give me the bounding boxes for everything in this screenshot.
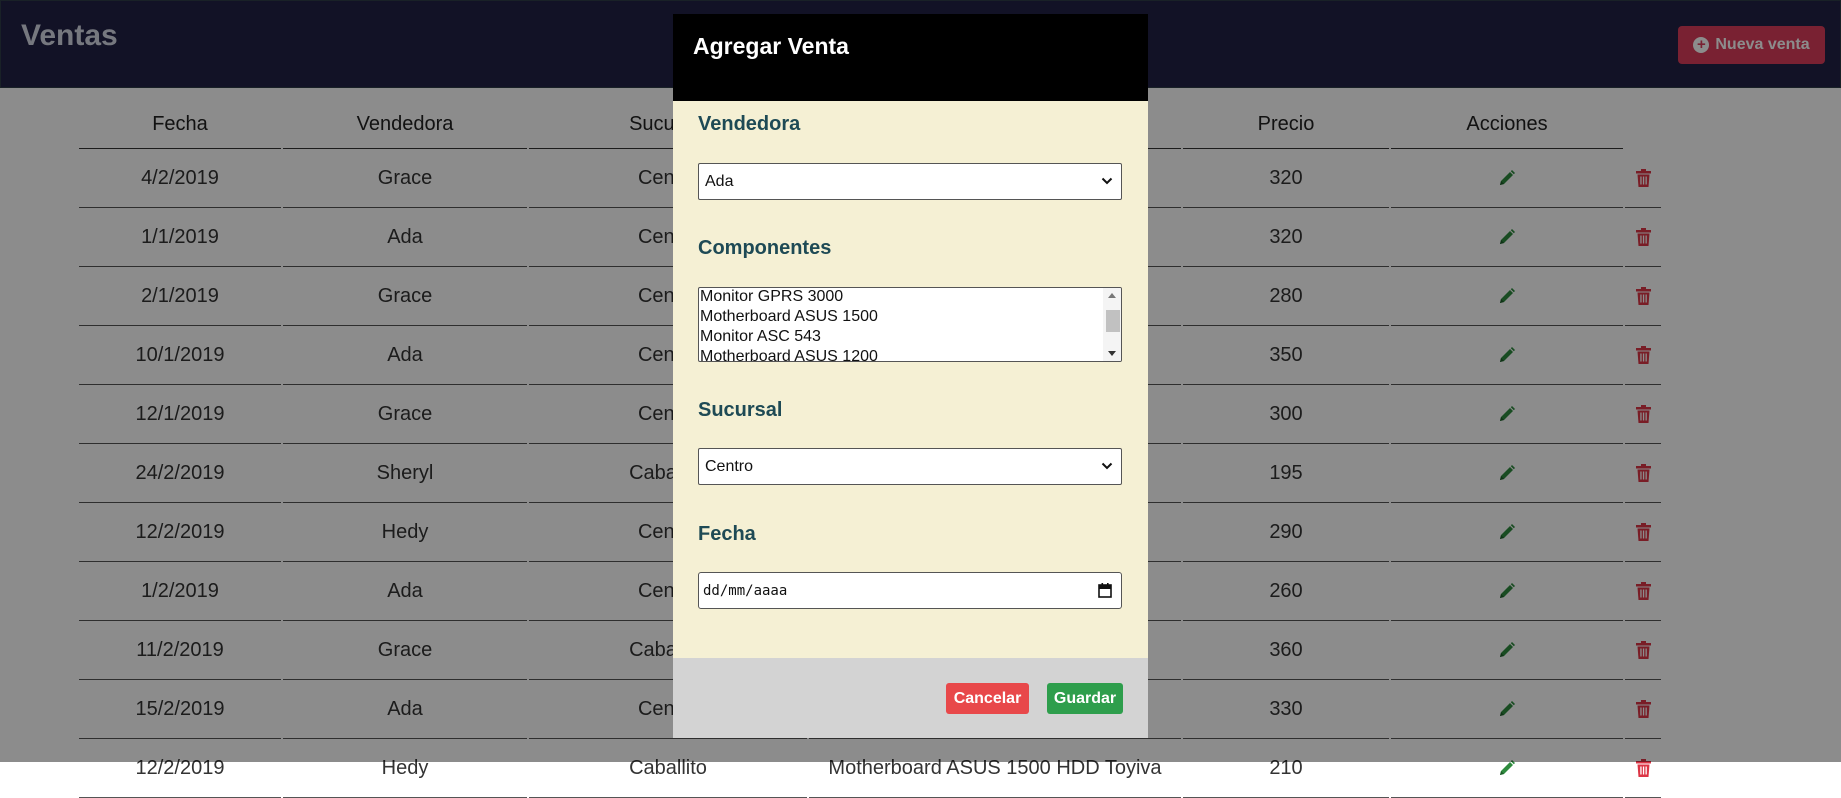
chevron-down-icon: [1101, 177, 1113, 185]
fecha-label: Fecha: [698, 523, 756, 545]
cancel-button[interactable]: Cancelar: [946, 683, 1029, 714]
scrollbar-thumb[interactable]: [1106, 310, 1120, 332]
listbox-option[interactable]: Monitor GPRS 3000: [699, 288, 1104, 307]
listbox-option[interactable]: Monitor ASC 543: [699, 327, 1104, 347]
sucursal-select[interactable]: Centro: [698, 448, 1122, 485]
componentes-label: Componentes: [698, 237, 832, 259]
listbox-option[interactable]: Motherboard ASUS 1200: [699, 347, 1104, 361]
add-sale-modal: Agregar Venta Vendedora Ada Componentes …: [673, 14, 1148, 738]
vendedora-select[interactable]: Ada: [698, 163, 1122, 200]
listbox-scrollbar[interactable]: [1103, 288, 1121, 361]
chevron-down-icon: [1101, 462, 1113, 470]
page: Ventas + Nueva venta Fecha Vendedora Suc…: [0, 0, 1841, 798]
fecha-date-input[interactable]: dd/mm/aaaa: [698, 572, 1122, 609]
vendedora-label: Vendedora: [698, 113, 801, 135]
componentes-listbox[interactable]: Monitor GPRS 3000 Motherboard ASUS 1500 …: [698, 287, 1122, 362]
componentes-options: Monitor GPRS 3000 Motherboard ASUS 1500 …: [699, 288, 1104, 361]
modal-title: Agregar Venta: [693, 33, 849, 59]
vendedora-selected-value: Ada: [705, 172, 734, 190]
modal-footer: Cancelar Guardar: [673, 658, 1148, 738]
sucursal-label: Sucursal: [698, 399, 783, 421]
sucursal-selected-value: Centro: [705, 457, 754, 475]
listbox-option[interactable]: Motherboard ASUS 1500: [699, 307, 1104, 327]
modal-header: Agregar Venta: [673, 14, 1148, 101]
calendar-icon[interactable]: [1098, 583, 1112, 598]
scroll-up-arrow-icon[interactable]: [1108, 292, 1116, 300]
scroll-down-arrow-icon[interactable]: [1108, 349, 1116, 357]
save-button[interactable]: Guardar: [1047, 683, 1123, 714]
fecha-placeholder: dd/mm/aaaa: [703, 582, 788, 599]
